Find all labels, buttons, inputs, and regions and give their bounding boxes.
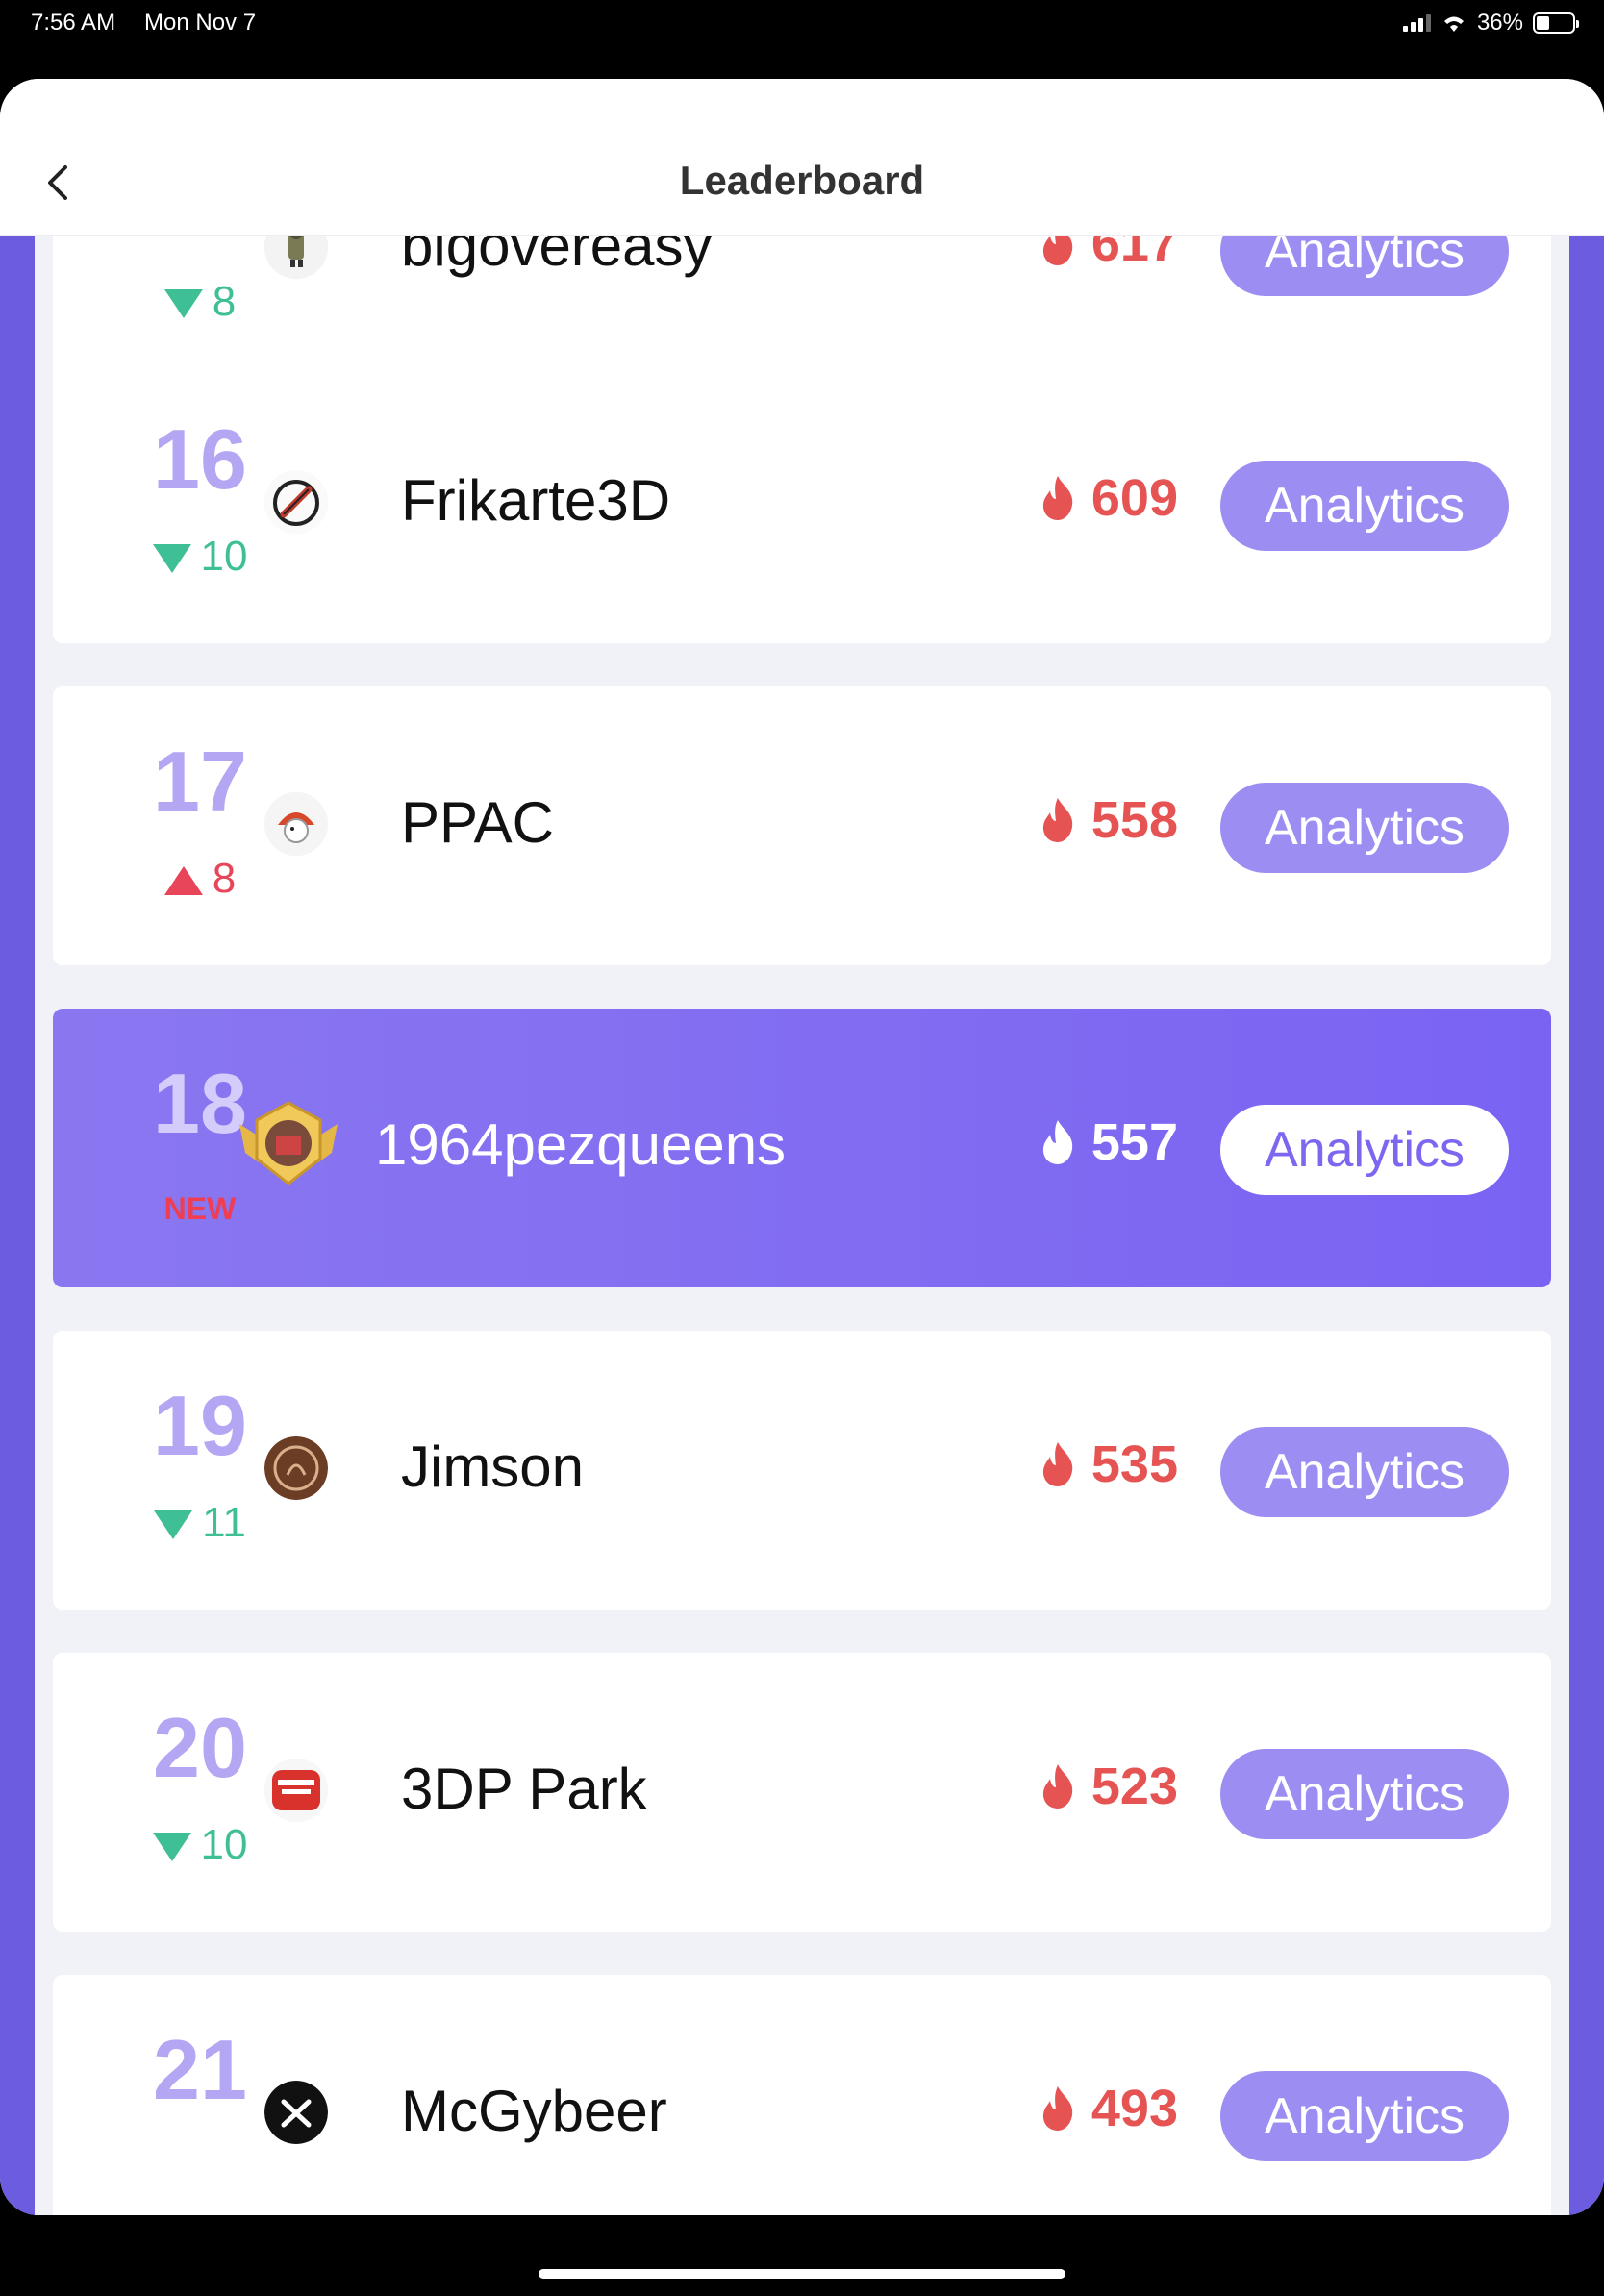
crown-badge-avatar[interactable] [236, 1095, 341, 1191]
cellular-signal-icon [1402, 14, 1431, 32]
rank-up-icon [163, 866, 203, 896]
status-time: 7:56 AM [31, 10, 116, 36]
rank-change: 8 [99, 281, 301, 323]
score: 535 [1038, 1438, 1178, 1490]
status-date: Mon Nov 7 [144, 10, 257, 36]
user-name: bigovereasy [401, 235, 713, 278]
rank-down-icon [154, 1510, 193, 1540]
flame-icon [1042, 235, 1073, 265]
leaderboard-list[interactable]: 15 8 bigovereasy 617 Analytics 16 10 Fri… [0, 235, 1604, 2215]
navigation-bar: Leaderboard [0, 79, 1604, 236]
rank-down-icon [163, 289, 203, 319]
leaderboard-row[interactable]: 21 McGybeer 493 Analytics [53, 1975, 1551, 2215]
status-bar: 7:56 AM Mon Nov 7 36% [0, 0, 1604, 67]
analytics-button[interactable]: Analytics [1220, 2071, 1509, 2161]
score: 557 [1038, 1116, 1178, 1168]
leaderboard-row[interactable]: 20 10 3DP Park 523 Analytics [53, 1653, 1551, 1932]
leaderboard-row[interactable]: 17 8 PPAC 558 Analytics [53, 686, 1551, 965]
user-name: Jimson [401, 1435, 585, 1499]
leaderboard-sheet: Leaderboard 15 8 bigovereasy 617 Analyti… [0, 79, 1604, 2215]
score: 609 [1038, 472, 1178, 524]
rank-new-badge: NEW [163, 1191, 237, 1226]
user-name: 1964pezqueens [375, 1112, 787, 1177]
user-name: Frikarte3D [401, 468, 671, 533]
rank-down-icon [152, 1833, 191, 1862]
wifi-icon [1443, 16, 1464, 32]
user-avatar[interactable] [264, 1436, 328, 1500]
score: 558 [1038, 794, 1178, 846]
leaderboard-row[interactable]: 19 11 Jimson 535 Analytics [53, 1331, 1551, 1610]
user-name: McGybeer [401, 2079, 667, 2143]
analytics-button[interactable]: Analytics [1220, 235, 1509, 296]
score: 523 [1038, 1760, 1178, 1812]
home-indicator[interactable] [539, 2269, 1065, 2279]
flame-icon [1042, 1120, 1073, 1164]
rank-change: 8 [99, 858, 301, 900]
flame-icon [1042, 798, 1073, 842]
user-avatar[interactable] [264, 235, 328, 279]
flame-icon [1042, 1442, 1073, 1486]
leaderboard-row[interactable]: 16 10 Frikarte3D 609 Analytics [53, 364, 1551, 643]
rank-change: 11 [99, 1502, 301, 1544]
flame-icon [1042, 1764, 1073, 1809]
battery-percent: 36% [1476, 10, 1523, 36]
analytics-button[interactable]: Analytics [1220, 1427, 1509, 1517]
analytics-button[interactable]: Analytics [1220, 783, 1509, 873]
analytics-button[interactable]: Analytics [1220, 461, 1509, 551]
user-avatar[interactable] [264, 792, 328, 856]
rank-change: 10 [99, 1824, 301, 1866]
battery-icon [1533, 12, 1579, 34]
user-name: PPAC [401, 790, 554, 855]
flame-icon [1042, 476, 1073, 520]
rank-down-icon [152, 544, 191, 574]
user-avatar[interactable] [264, 2081, 328, 2144]
user-avatar[interactable] [264, 470, 328, 534]
page-title: Leaderboard [679, 158, 925, 203]
user-name: 3DP Park [401, 1757, 647, 1821]
status-indicators: 36% [1402, 10, 1579, 37]
current-user-row[interactable]: 18 NEW 1964pezqueens 557 Analytics [53, 1009, 1551, 1287]
score: 493 [1038, 2083, 1178, 2134]
user-avatar[interactable] [264, 1759, 328, 1822]
analytics-button[interactable]: Analytics [1220, 1749, 1509, 1839]
rank-change: 10 [99, 536, 301, 578]
analytics-button[interactable]: Analytics [1220, 1105, 1509, 1195]
score: 617 [1038, 235, 1178, 269]
flame-icon [1042, 2086, 1073, 2131]
